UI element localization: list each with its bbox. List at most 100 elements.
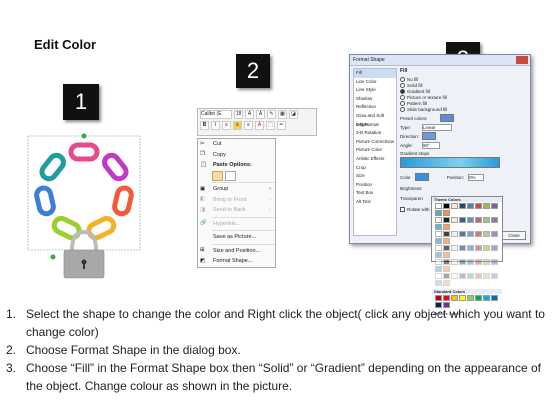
color-swatch[interactable] [450,217,458,223]
color-swatch[interactable] [450,231,458,237]
color-swatch[interactable] [434,266,442,272]
menu-item-size-position[interactable]: ⊞ Size and Position... [198,246,275,257]
color-swatch[interactable] [442,259,450,265]
close-button[interactable]: Close [502,231,526,240]
color-swatch[interactable] [490,231,498,237]
color-swatch[interactable] [474,231,482,237]
close-icon[interactable] [516,56,528,64]
menu-item-cut[interactable]: ✂ Cut [198,139,275,150]
category-item[interactable]: Picture Corrections [354,138,396,147]
color-swatch[interactable] [442,273,450,279]
color-swatch[interactable] [458,273,466,279]
color-swatch[interactable] [466,231,474,237]
color-swatch[interactable] [442,245,450,251]
color-swatch[interactable] [434,280,442,286]
align-left-icon[interactable]: ≡ [222,121,231,130]
color-swatch[interactable] [434,259,442,265]
radio-icon[interactable] [400,82,405,88]
category-item[interactable]: Glow and Soft Edges [354,112,396,127]
bold-button[interactable]: B [200,121,209,130]
color-swatch[interactable] [490,259,498,265]
color-swatch[interactable] [434,224,442,230]
color-swatch[interactable] [466,273,474,279]
preset-colors-button[interactable] [440,114,454,122]
format-painter-icon[interactable]: ✎ [267,110,276,119]
color-swatch[interactable] [458,245,466,251]
color-swatch[interactable] [442,224,450,230]
color-swatch[interactable] [442,252,450,258]
color-swatch[interactable] [482,273,490,279]
color-swatch[interactable] [442,295,450,301]
radio-icon[interactable] [400,88,405,94]
menu-item-format-shape[interactable]: ◩ Format Shape... [198,256,275,267]
rotate-checkbox[interactable] [400,206,405,212]
menu-item-group[interactable]: ▣ Group › [198,184,275,195]
color-swatch[interactable] [434,238,442,244]
color-swatch[interactable] [434,295,442,301]
position-input[interactable]: 0% [468,173,485,181]
shape-outline-icon[interactable]: ⬚ [266,121,275,130]
category-item[interactable]: Artistic Effects [354,155,396,164]
menu-item-copy[interactable]: ❐ Copy [198,150,275,161]
color-picker-button[interactable] [414,173,429,181]
color-swatch[interactable] [482,217,490,223]
menu-item-save-as-picture[interactable]: Save as Picture... [198,232,275,243]
font-name-box[interactable]: Calibri (E [200,110,232,119]
chain-padlock-illustration[interactable] [26,132,144,282]
radio-icon[interactable] [400,106,405,112]
color-swatch[interactable] [466,259,474,265]
color-swatch[interactable] [474,245,482,251]
color-swatch[interactable] [474,273,482,279]
color-swatch[interactable] [490,295,498,301]
pen-color-icon[interactable]: ✏ [277,121,286,130]
grow-font-button[interactable]: A [245,110,254,119]
color-swatch[interactable] [474,295,482,301]
category-item[interactable]: Position [354,181,396,190]
color-swatch[interactable] [434,217,442,223]
color-swatch[interactable] [490,203,498,209]
color-swatch[interactable] [442,280,450,286]
menu-item-bring-to-front[interactable]: ◧ Bring to Front › [198,195,275,206]
radio-icon[interactable] [400,76,405,82]
paste-keep-source-icon[interactable] [212,170,223,181]
category-item[interactable]: Reflection [354,103,396,112]
direction-button[interactable] [422,132,436,140]
menu-item-send-to-back[interactable]: ◨ Send to Back › [198,205,275,216]
color-swatch[interactable] [458,259,466,265]
color-swatch[interactable] [458,295,466,301]
color-swatch[interactable] [450,203,458,209]
color-swatch[interactable] [434,210,442,216]
color-swatch[interactable] [434,273,442,279]
menu-item-hyperlink[interactable]: 🔗 Hyperlink... [198,219,275,230]
color-swatch[interactable] [434,203,442,209]
color-swatch[interactable] [450,245,458,251]
font-size-box[interactable]: 18 [234,110,243,119]
color-swatch[interactable] [482,203,490,209]
color-swatch[interactable] [466,217,474,223]
category-item[interactable]: Alt Text [354,198,396,207]
color-swatch[interactable] [490,245,498,251]
color-swatch[interactable] [482,231,490,237]
color-swatch[interactable] [450,259,458,265]
shrink-font-button[interactable]: A [256,110,265,119]
font-color-button[interactable]: A [255,121,264,130]
color-swatch[interactable] [458,203,466,209]
color-swatch[interactable] [474,259,482,265]
category-item[interactable]: 3-D Format [354,121,396,130]
type-select[interactable]: Linear [422,123,452,131]
color-swatch[interactable] [458,231,466,237]
color-swatch[interactable] [458,217,466,223]
color-swatch[interactable] [466,203,474,209]
align-right-icon[interactable]: ≡ [244,121,253,130]
color-swatch[interactable] [442,203,450,209]
fill-option[interactable]: Slide background fill [400,106,526,112]
category-item[interactable]: 3-D Rotation [354,129,396,138]
color-swatch[interactable] [474,217,482,223]
color-swatch[interactable] [450,295,458,301]
radio-icon[interactable] [400,100,405,106]
category-item[interactable]: Size [354,172,396,181]
category-item[interactable]: Fill [354,69,396,78]
color-swatch[interactable] [442,217,450,223]
category-item[interactable]: Shadow [354,95,396,104]
rotate-handle[interactable] [81,133,87,139]
